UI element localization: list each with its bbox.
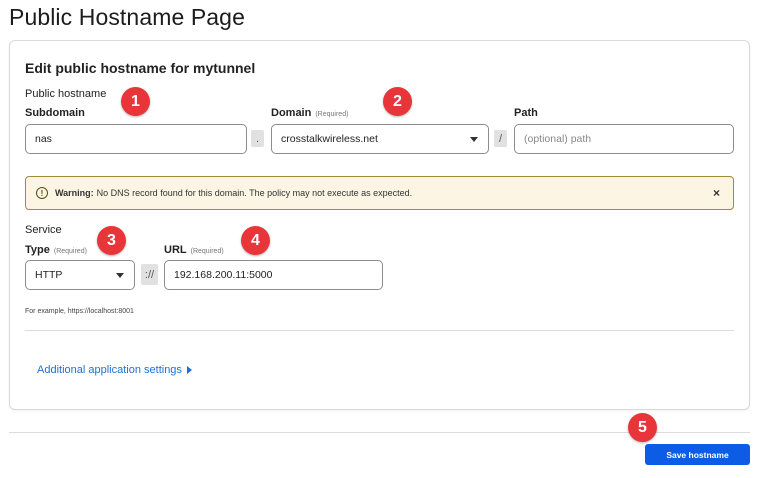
url-input[interactable]: 192.168.200.11:5000 xyxy=(164,260,383,290)
subdomain-label: Subdomain xyxy=(25,107,85,119)
additional-settings-link[interactable]: Additional application settings xyxy=(37,364,192,376)
subdomain-input[interactable]: nas xyxy=(25,124,247,154)
additional-settings-label: Additional application settings xyxy=(37,364,182,376)
domain-select[interactable]: crosstalkwireless.net xyxy=(271,124,489,154)
form-divider xyxy=(25,330,734,331)
slash-separator: / xyxy=(494,130,507,147)
path-label: Path xyxy=(514,107,538,119)
chevron-down-icon xyxy=(116,273,124,278)
public-hostname-label: Public hostname xyxy=(25,88,107,100)
warning-icon: ! xyxy=(36,187,48,199)
page-title: Public Hostname Page xyxy=(9,4,245,30)
caret-right-icon xyxy=(186,366,192,374)
warning-strong-text: Warning: xyxy=(55,188,94,198)
annotation-marker-4: 4 xyxy=(241,226,270,255)
annotation-marker-1: 1 xyxy=(121,87,150,116)
dot-separator: . xyxy=(251,130,264,147)
scheme-separator: :// xyxy=(141,264,158,285)
domain-required-text: (Required) xyxy=(315,111,349,118)
annotation-marker-3: 3 xyxy=(97,226,126,255)
type-select-value: HTTP xyxy=(35,269,63,281)
service-label: Service xyxy=(25,224,62,236)
type-label: Type (Required) xyxy=(25,244,87,256)
save-hostname-button[interactable]: Save hostname xyxy=(645,444,750,465)
url-example-hint: For example, https://localhost:8001 xyxy=(25,308,134,315)
hostname-form-card xyxy=(9,40,750,410)
url-label: URL (Required) xyxy=(164,244,224,256)
type-required-text: (Required) xyxy=(53,248,87,255)
url-required-text: (Required) xyxy=(190,248,224,255)
annotation-marker-5: 5 xyxy=(628,413,657,442)
domain-label: Domain (Required) xyxy=(271,107,349,119)
type-select[interactable]: HTTP xyxy=(25,260,135,290)
chevron-down-icon xyxy=(470,137,478,142)
warning-message: No DNS record found for this domain. The… xyxy=(96,188,413,198)
close-icon[interactable]: × xyxy=(713,186,720,200)
path-input[interactable]: (optional) path xyxy=(514,124,734,154)
domain-select-value: crosstalkwireless.net xyxy=(281,133,378,145)
dns-warning-banner: ! Warning: No DNS record found for this … xyxy=(25,176,734,210)
form-title: Edit public hostname for mytunnel xyxy=(25,60,256,76)
annotation-marker-2: 2 xyxy=(383,87,412,116)
